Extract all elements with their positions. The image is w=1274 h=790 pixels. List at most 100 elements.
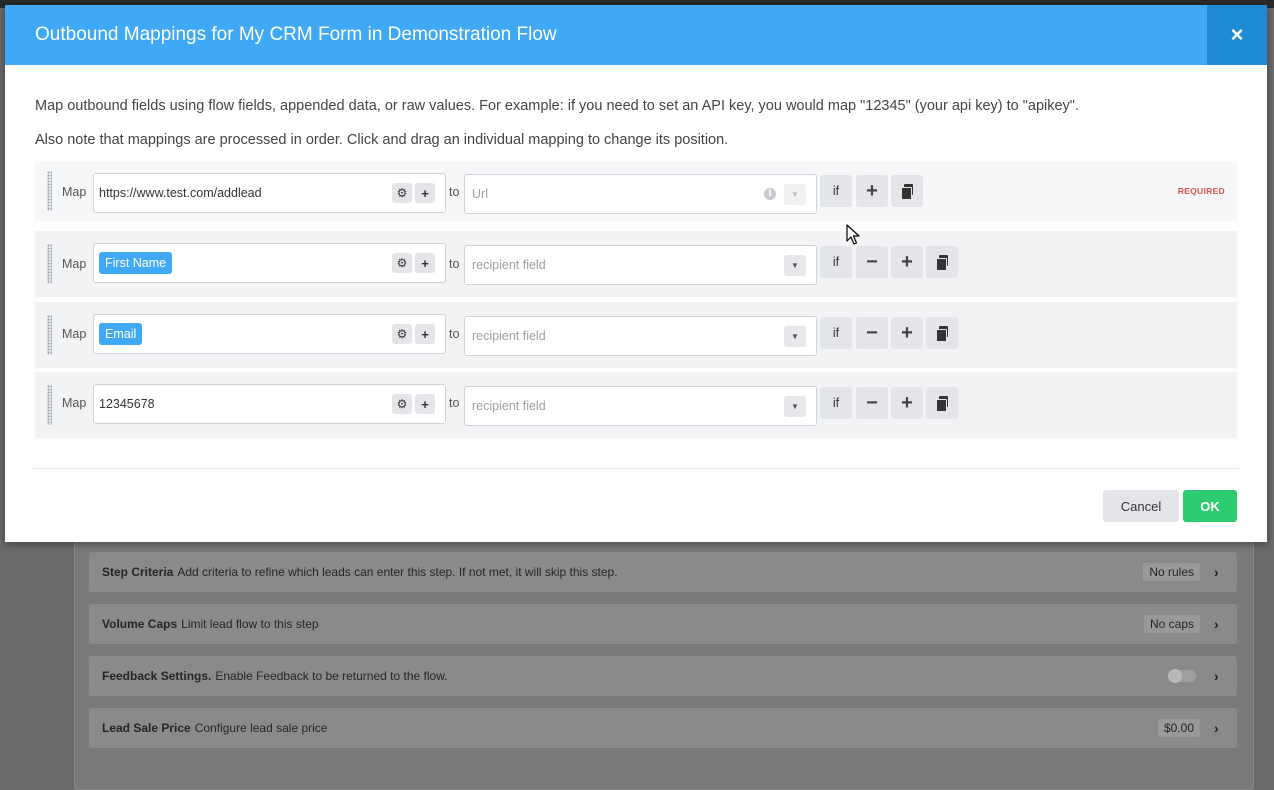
destination-field[interactable]: recipient field ▼ [464,245,817,285]
minus-icon: − [866,321,878,344]
to-label: to [449,327,460,341]
chevron-down-icon[interactable]: ▼ [784,396,806,417]
chevron-down-icon[interactable]: ▼ [784,255,806,276]
bg-row-step-criteria[interactable]: Step Criteria Add criteria to refine whi… [89,552,1237,592]
copy-icon [936,326,948,342]
drag-handle-icon[interactable] [47,171,52,211]
intro-text-1: Map outbound fields using flow fields, a… [35,98,1079,114]
plus-icon: + [901,250,913,273]
destination-field[interactable]: Url i ▼ [464,174,817,214]
copy-icon [936,396,948,412]
bg-row-desc: Enable Feedback to be returned to the fl… [215,669,448,683]
if-label: if [832,396,840,410]
destination-placeholder: Url [472,187,488,201]
source-field[interactable]: https://www.test.com/addlead ⚙ + [93,173,446,213]
footer-divider [33,468,1239,469]
map-label: Map [62,185,87,199]
minus-icon: − [866,391,878,414]
bg-row-title: Feedback Settings. [102,669,212,683]
field-chip[interactable]: Email [99,323,143,345]
copy-mapping-button[interactable] [926,387,958,419]
map-label: Map [62,327,87,341]
bg-row-feedback-settings[interactable]: Feedback Settings. Enable Feedback to be… [89,656,1237,696]
add-field-button[interactable]: + [415,253,435,273]
condition-if-button[interactable]: if [820,175,852,207]
drag-handle-icon[interactable] [47,385,52,425]
copy-mapping-button[interactable] [926,246,958,278]
gear-icon[interactable]: ⚙ [392,183,412,203]
condition-if-button[interactable]: if [820,387,852,419]
destination-field[interactable]: recipient field ▼ [464,316,817,356]
bg-row-volume-caps[interactable]: Volume Caps Limit lead flow to this step… [89,604,1237,644]
if-label: if [832,326,840,340]
ok-button[interactable]: OK [1183,490,1237,522]
plus-icon: + [901,321,913,344]
field-chip[interactable]: First Name [99,252,173,274]
source-field[interactable]: 12345678 ⚙ + [93,384,446,424]
close-button[interactable]: × [1207,5,1267,65]
chevron-down-icon[interactable]: ▼ [784,326,806,347]
outbound-mappings-modal: Outbound Mappings for My CRM Form in Dem… [5,5,1267,542]
add-mapping-button[interactable]: + [856,175,888,207]
add-mapping-button[interactable]: + [891,387,923,419]
drag-handle-icon[interactable] [47,315,52,355]
chevron-right-icon[interactable]: › [1214,668,1224,684]
source-value: https://www.test.com/addlead [99,186,262,200]
copy-icon [901,184,913,200]
gear-icon[interactable]: ⚙ [392,324,412,344]
if-label: if [832,184,840,198]
cancel-button[interactable]: Cancel [1103,490,1179,522]
add-mapping-button[interactable]: + [891,317,923,349]
bg-row-lead-sale-price[interactable]: Lead Sale Price Configure lead sale pric… [89,708,1237,748]
to-label: to [449,185,460,199]
drag-handle-icon[interactable] [47,244,52,284]
bg-row-desc: Add criteria to refine which leads can e… [177,565,618,579]
modal-header: Outbound Mappings for My CRM Form in Dem… [5,5,1267,65]
mapping-row[interactable]: Map https://www.test.com/addlead ⚙ + to … [35,161,1237,221]
plus-icon: + [866,179,878,202]
destination-placeholder: recipient field [472,258,546,272]
copy-mapping-button[interactable] [926,317,958,349]
add-mapping-button[interactable]: + [891,246,923,278]
remove-mapping-button[interactable]: − [856,317,888,349]
if-label: if [832,255,840,269]
to-label: to [449,396,460,410]
minus-icon: − [866,250,878,273]
chevron-down-icon[interactable]: ▼ [784,184,806,205]
remove-mapping-button[interactable]: − [856,246,888,278]
copy-mapping-button[interactable] [891,175,923,207]
add-field-button[interactable]: + [415,394,435,414]
source-field[interactable]: First Name ⚙ + [93,243,446,283]
modal-title: Outbound Mappings for My CRM Form in Dem… [35,24,557,45]
remove-mapping-button[interactable]: − [856,387,888,419]
copy-icon [936,255,948,271]
bg-row-title: Lead Sale Price [102,721,191,735]
mapping-row[interactable]: Map 12345678 ⚙ + to recipient field ▼ if… [35,372,1237,438]
info-icon[interactable]: i [764,188,776,200]
map-label: Map [62,396,87,410]
source-field[interactable]: Email ⚙ + [93,314,446,354]
condition-if-button[interactable]: if [820,317,852,349]
add-field-button[interactable]: + [415,183,435,203]
bg-row-value: No rules [1143,563,1200,581]
destination-field[interactable]: recipient field ▼ [464,386,817,426]
chevron-right-icon[interactable]: › [1214,616,1224,632]
intro-text-2: Also note that mappings are processed in… [35,132,729,148]
bg-row-value: $0.00 [1157,719,1200,737]
source-value: 12345678 [99,397,155,411]
gear-icon[interactable]: ⚙ [392,394,412,414]
mapping-row[interactable]: Map Email ⚙ + to recipient field ▼ if − … [35,302,1237,368]
mapping-row[interactable]: Map First Name ⚙ + to recipient field ▼ … [35,231,1237,297]
required-badge: REQUIRED [1177,186,1225,196]
bg-row-desc: Limit lead flow to this step [181,617,319,631]
plus-icon: + [901,391,913,414]
map-label: Map [62,257,87,271]
condition-if-button[interactable]: if [820,246,852,278]
feedback-toggle[interactable] [1168,669,1196,683]
bg-row-title: Step Criteria [102,565,174,579]
add-field-button[interactable]: + [415,324,435,344]
gear-icon[interactable]: ⚙ [392,253,412,273]
chevron-right-icon[interactable]: › [1214,720,1224,736]
chevron-right-icon[interactable]: › [1214,564,1224,580]
to-label: to [449,257,460,271]
